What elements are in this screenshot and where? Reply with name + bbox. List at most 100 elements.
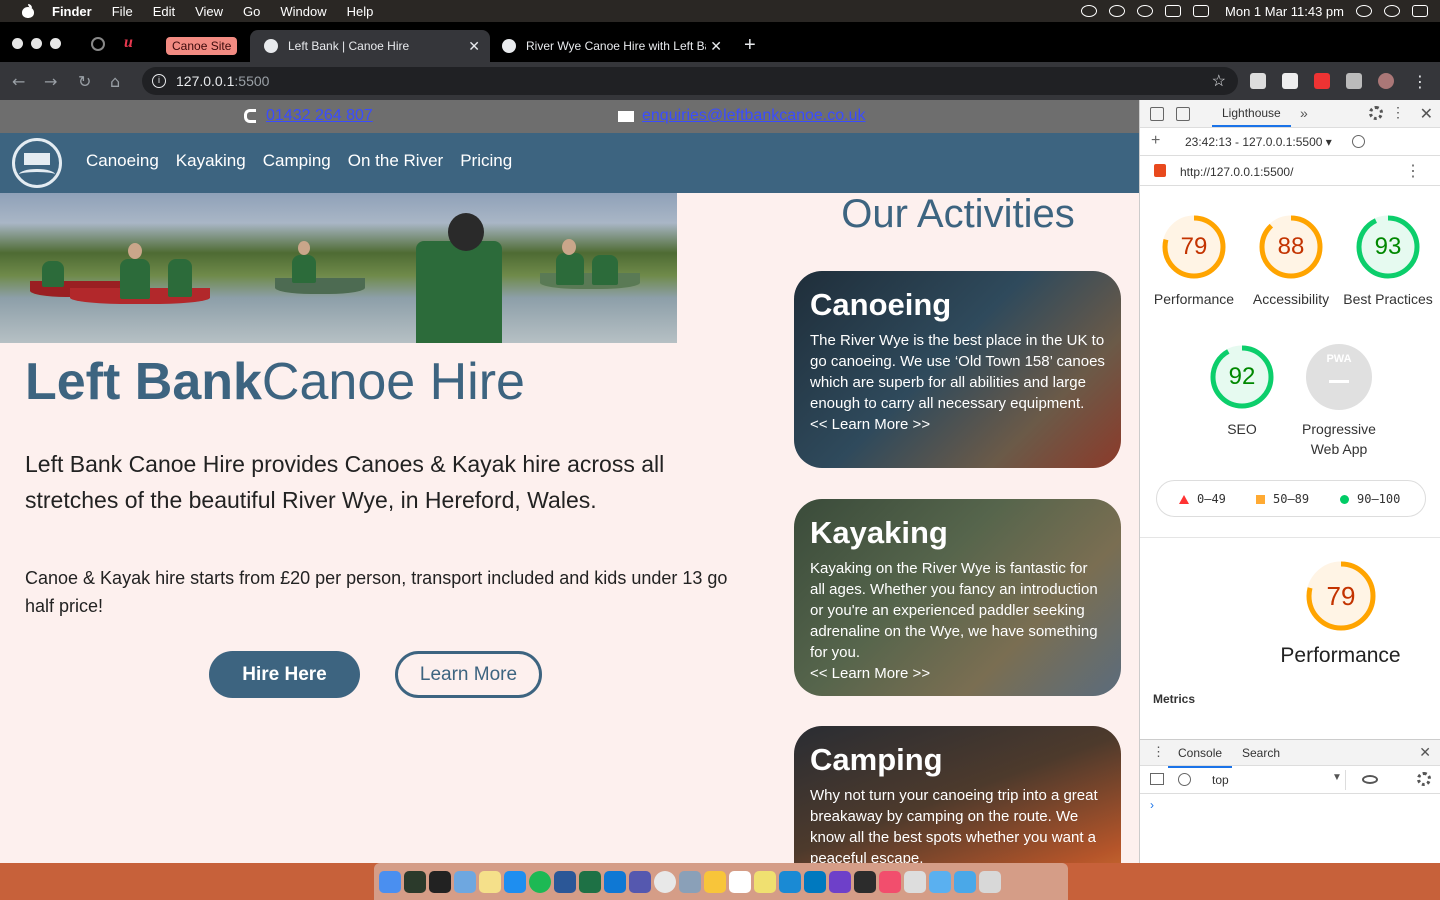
tab-close-icon[interactable]: ✕ [710, 38, 722, 55]
menu-go[interactable]: Go [243, 4, 260, 19]
minimize-window-button[interactable] [31, 38, 42, 49]
siri-icon[interactable] [1384, 5, 1400, 17]
tab-left-bank[interactable]: Left Bank | Canoe Hire ✕ [250, 30, 490, 62]
keep-icon[interactable] [704, 870, 726, 893]
chrome-menu-icon[interactable]: ⋮ [1412, 72, 1428, 91]
dropdown-arrow-icon[interactable]: ▼ [1332, 772, 1342, 783]
menu-window[interactable]: Window [280, 4, 326, 19]
bookmark-star-icon[interactable]: ☆ [1212, 71, 1226, 91]
spotify-icon[interactable] [529, 870, 551, 893]
activity-card-kayaking[interactable]: Kayaking Kayaking on the River Wye is fa… [794, 499, 1121, 696]
profile-avatar[interactable] [1378, 73, 1394, 89]
gauge-pwa[interactable]: PWA [1306, 344, 1372, 410]
trash-icon[interactable] [979, 870, 1001, 893]
preview-icon[interactable] [454, 870, 476, 893]
more-tabs-icon[interactable]: » [1300, 105, 1308, 121]
menu-help[interactable]: Help [347, 4, 374, 19]
downloads-folder-icon[interactable] [954, 870, 976, 893]
bluetooth-icon[interactable] [1109, 5, 1126, 17]
inspect-element-icon[interactable] [1150, 107, 1164, 121]
stickies-icon[interactable] [754, 870, 776, 893]
trello-icon[interactable] [804, 870, 826, 893]
outlook-icon[interactable] [604, 870, 626, 893]
apple-icon[interactable] [20, 4, 38, 18]
nav-canoeing[interactable]: Canoeing [86, 151, 159, 171]
puzzle-extensions-icon[interactable] [1346, 73, 1362, 89]
github-desktop-icon[interactable] [829, 870, 851, 893]
finder-icon[interactable] [379, 870, 401, 893]
notes-icon[interactable] [479, 870, 501, 893]
activity-monitor-icon[interactable] [404, 870, 426, 893]
forward-arrow-icon[interactable]: → [44, 72, 57, 91]
nav-pricing[interactable]: Pricing [460, 151, 512, 171]
close-drawer-icon[interactable]: ✕ [1419, 744, 1431, 761]
keyboard-icon[interactable] [1193, 5, 1210, 17]
menu-finder[interactable]: Finder [52, 4, 92, 19]
back-arrow-icon[interactable]: ← [12, 72, 25, 91]
address-bar[interactable]: i 127.0.0.1:5500 ☆ [142, 67, 1238, 95]
wifi-icon[interactable] [1137, 5, 1154, 17]
close-devtools-icon[interactable]: ✕ [1420, 104, 1433, 124]
gauge-accessibility[interactable]: 88 [1258, 214, 1324, 280]
battery-icon[interactable] [1165, 5, 1182, 17]
teams-icon[interactable] [629, 870, 651, 893]
report-menu-icon[interactable]: ⋮ [1405, 161, 1421, 181]
clear-console-icon[interactable] [1178, 773, 1191, 786]
report-selector[interactable]: 23:42:13 - 127.0.0.1:5500 ▾ [1185, 135, 1332, 149]
pinned-tab-globe[interactable] [88, 34, 108, 54]
close-window-button[interactable] [12, 38, 23, 49]
sidebar-toggle-icon[interactable] [1150, 773, 1164, 785]
phone-link[interactable]: 01432 264 807 [266, 107, 373, 125]
devtools-menu-icon[interactable]: ⋮ [1391, 104, 1405, 121]
console-settings-icon[interactable] [1417, 772, 1431, 786]
folder-icon[interactable] [929, 870, 951, 893]
extension-red-icon[interactable] [1314, 73, 1330, 89]
menubar-clock[interactable]: Mon 1 Mar 11:43 pm [1225, 4, 1344, 19]
gauge-best-practices[interactable]: 93 [1355, 214, 1421, 280]
site-logo[interactable] [12, 138, 62, 188]
gauge-seo[interactable]: 92 [1209, 344, 1275, 410]
nav-camping[interactable]: Camping [263, 151, 331, 171]
console-prompt[interactable]: › [1150, 798, 1154, 812]
tab-search[interactable]: Search [1242, 740, 1280, 766]
spotlight-search-icon[interactable] [1356, 5, 1372, 17]
nav-kayaking[interactable]: Kayaking [176, 151, 246, 171]
word-icon[interactable] [554, 870, 576, 893]
home-icon[interactable]: ⌂ [110, 72, 120, 91]
notion-icon[interactable] [729, 870, 751, 893]
card-learn-more-link[interactable]: << Learn More >> [810, 414, 1105, 435]
extension-icon[interactable] [1250, 73, 1266, 89]
site-info-icon[interactable]: i [152, 74, 166, 88]
tab-river-wye[interactable]: River Wye Canoe Hire with Left Bank ✕ [494, 30, 732, 62]
terminal-icon[interactable] [429, 870, 451, 893]
card-learn-more-link[interactable]: << Learn More >> [810, 663, 1105, 684]
figma-icon[interactable] [854, 870, 876, 893]
menu-file[interactable]: File [112, 4, 133, 19]
hire-here-button[interactable]: Hire Here [209, 651, 360, 698]
menu-edit[interactable]: Edit [153, 4, 175, 19]
tab-console[interactable]: Console [1168, 740, 1233, 768]
pinned-tab-u[interactable]: u [124, 34, 144, 54]
activity-card-canoeing[interactable]: Canoeing The River Wye is the best place… [794, 271, 1121, 468]
chrome-icon[interactable] [654, 870, 676, 893]
app-store-icon[interactable] [504, 870, 526, 893]
clear-reports-icon[interactable] [1352, 135, 1365, 148]
context-selector[interactable]: top [1200, 770, 1346, 790]
tab-close-icon[interactable]: ✕ [468, 38, 480, 55]
email-link[interactable]: enquiries@leftbankcanoe.co.uk [642, 107, 866, 125]
vscode-icon[interactable] [779, 870, 801, 893]
learn-more-button[interactable]: Learn More [395, 651, 542, 698]
preferences-icon[interactable] [904, 870, 926, 893]
zoom-window-button[interactable] [50, 38, 61, 49]
new-report-icon[interactable]: + [1151, 132, 1160, 150]
settings-gear-icon[interactable] [1369, 106, 1383, 120]
control-center-icon[interactable] [1412, 5, 1428, 17]
glasses-icon[interactable] [1081, 5, 1098, 17]
gauge-performance[interactable]: 79 [1161, 214, 1227, 280]
music-icon[interactable] [879, 870, 901, 893]
reload-icon[interactable]: ↻ [78, 72, 91, 91]
nav-on-the-river[interactable]: On the River [348, 151, 443, 171]
script-editor-icon[interactable] [679, 870, 701, 893]
menu-view[interactable]: View [195, 4, 223, 19]
drawer-menu-icon[interactable]: ⋮ [1152, 744, 1165, 760]
